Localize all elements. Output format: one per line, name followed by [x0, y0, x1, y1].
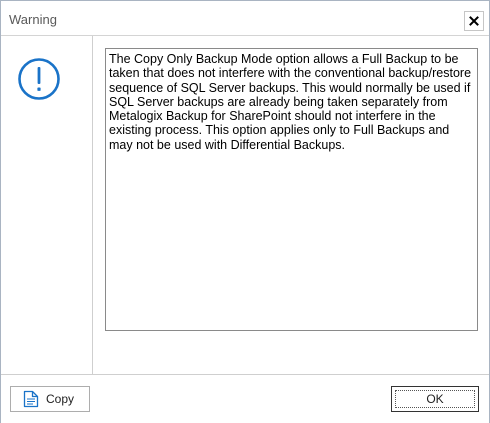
- close-icon: [469, 16, 479, 26]
- icon-panel: [1, 36, 93, 374]
- dialog-title: Warning: [9, 12, 57, 27]
- warning-dialog: Warning The Copy Only Backup Mode option…: [0, 0, 490, 423]
- copy-button[interactable]: Copy: [10, 386, 90, 412]
- message-textbox[interactable]: The Copy Only Backup Mode option allows …: [105, 48, 478, 331]
- title-bar: Warning: [1, 1, 489, 35]
- button-bar: Copy OK: [1, 374, 489, 423]
- warning-exclamation-icon: [18, 58, 60, 100]
- copy-button-label: Copy: [46, 392, 75, 406]
- ok-button[interactable]: OK: [391, 386, 479, 412]
- copy-document-icon: [23, 390, 39, 408]
- ok-button-label: OK: [426, 392, 444, 406]
- close-button[interactable]: [464, 11, 484, 31]
- message-text: The Copy Only Backup Mode option allows …: [109, 52, 472, 152]
